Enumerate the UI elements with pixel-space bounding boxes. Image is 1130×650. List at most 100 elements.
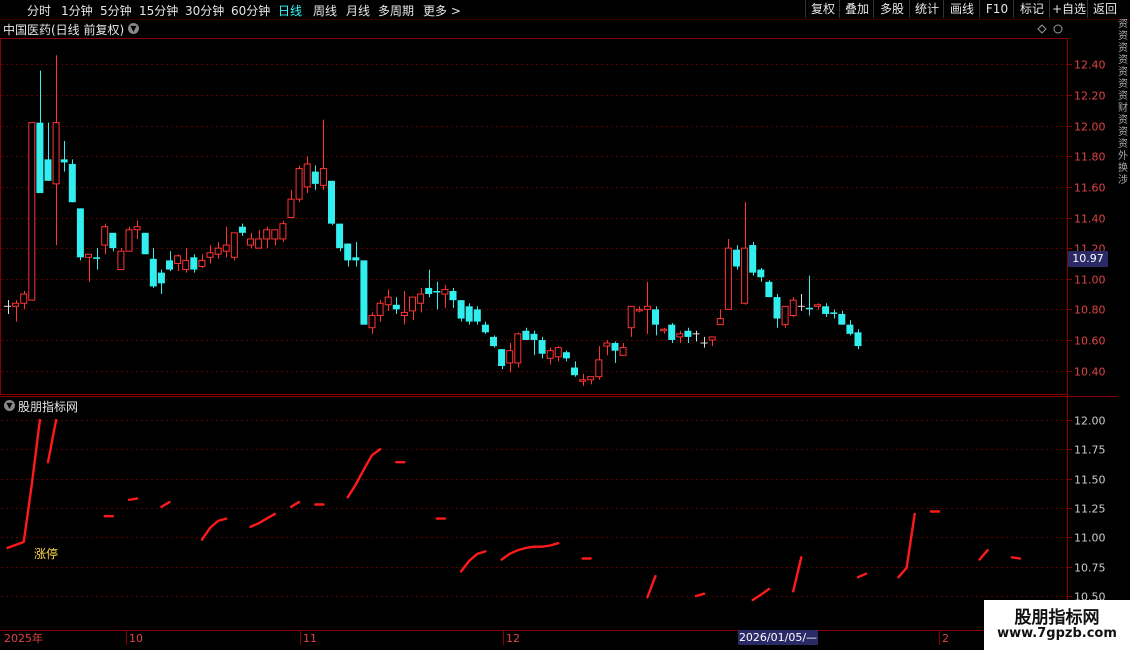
indicator-segment [1010,556,1022,560]
price-tick-label: 10.60 [1074,335,1106,348]
candle-body [206,252,214,258]
indicator-menu-icon[interactable]: ▼ [4,400,15,411]
candle-body [417,293,425,304]
price-tick-label: 12.00 [1074,121,1106,134]
candle-body [344,243,352,261]
date-tick-nov: 11 [303,632,317,645]
candle [166,251,173,272]
candle-body [28,122,36,301]
indicator-segment [6,418,42,550]
candle-body [76,208,84,258]
candle-body [182,259,190,271]
candle [830,309,838,319]
candle [846,320,854,336]
chevron-down-icon[interactable]: ▼ [128,23,139,34]
candle-body [85,253,92,258]
lower-grid [1,420,1067,597]
candle [336,223,344,252]
diamond-icon[interactable] [1037,24,1047,34]
candle [247,232,254,249]
candles [4,55,862,386]
candle-body [627,305,635,329]
candle [68,159,76,203]
chart-title-row: 中国医药(日线 前复权) [3,21,124,38]
candle-body [481,324,489,333]
date-tick-dec: 12 [506,632,520,645]
indicator-tick-label: 10.75 [1074,562,1106,575]
candle [20,290,28,310]
candle-body [336,223,344,249]
candle [797,294,805,311]
candle-body [149,258,157,287]
limit-up-label: 涨停 [34,547,59,561]
candle [514,332,522,368]
candle [765,280,773,298]
candle [473,306,481,325]
candle [214,242,222,259]
candle-body [190,257,198,270]
candle-body [409,296,416,312]
candle [4,300,11,314]
candle-body [303,163,311,188]
candle-body [749,245,757,273]
indicator-tick-label: 11.25 [1074,503,1106,516]
candle [417,287,425,313]
candle [441,284,449,308]
candle-body [805,307,813,310]
candle [190,254,198,273]
candle [52,55,60,246]
candle [773,294,781,328]
candle [149,248,157,288]
right-info-strip[interactable]: 资资资资资资资财资资资外换涉 [1118,19,1130,630]
crosshair-date-label: 2026/01/05/— [738,630,818,645]
candle [157,269,165,295]
candle-body [166,260,173,270]
candle-body [684,330,692,337]
indicator-segment [856,572,868,579]
candle [311,165,319,190]
candle [182,248,190,273]
candle-body [433,290,441,293]
current-price-label: 10.97 [1068,251,1108,267]
candle [368,312,376,334]
candle [44,122,52,181]
candle-body [571,367,578,376]
candle-body [741,247,749,304]
candle-body [530,333,538,340]
indicator-lines [6,418,1022,602]
indicator-tick-label: 11.50 [1074,474,1106,487]
candle [295,165,303,203]
candle [344,243,352,267]
candle [708,336,716,347]
candle [12,300,20,322]
candle [400,290,408,325]
upper-price-ticks: 12.4012.2012.0011.8011.6011.4011.2011.00… [1067,59,1106,379]
candle-body [733,249,740,267]
candle [36,70,44,194]
candle-body [652,309,659,325]
candle-body [660,328,668,332]
candle-body [611,343,619,351]
candle [449,287,457,308]
candle-body [352,257,360,261]
upper-grid [1,64,1067,372]
candle [595,346,603,380]
candle [587,376,595,385]
candle-body [360,260,368,325]
candle-body [441,288,449,295]
candle [409,296,416,321]
watermark-title: 股朋指标网 [1014,608,1100,628]
circle-icon[interactable] [1053,24,1063,34]
indicator-segment [346,448,382,499]
candle [643,281,651,334]
candle [781,305,789,328]
candle [635,306,643,313]
price-tick-label: 10.40 [1074,366,1106,379]
candle [627,305,635,337]
indicator-segment [694,592,706,598]
indicator-tick-label: 11.00 [1074,532,1106,545]
candle [303,156,311,194]
kline-chart[interactable]: 12.4012.2012.0011.8011.6011.4011.2011.00… [0,0,1118,650]
candle-body [117,250,125,271]
indicator-segment [289,500,301,508]
